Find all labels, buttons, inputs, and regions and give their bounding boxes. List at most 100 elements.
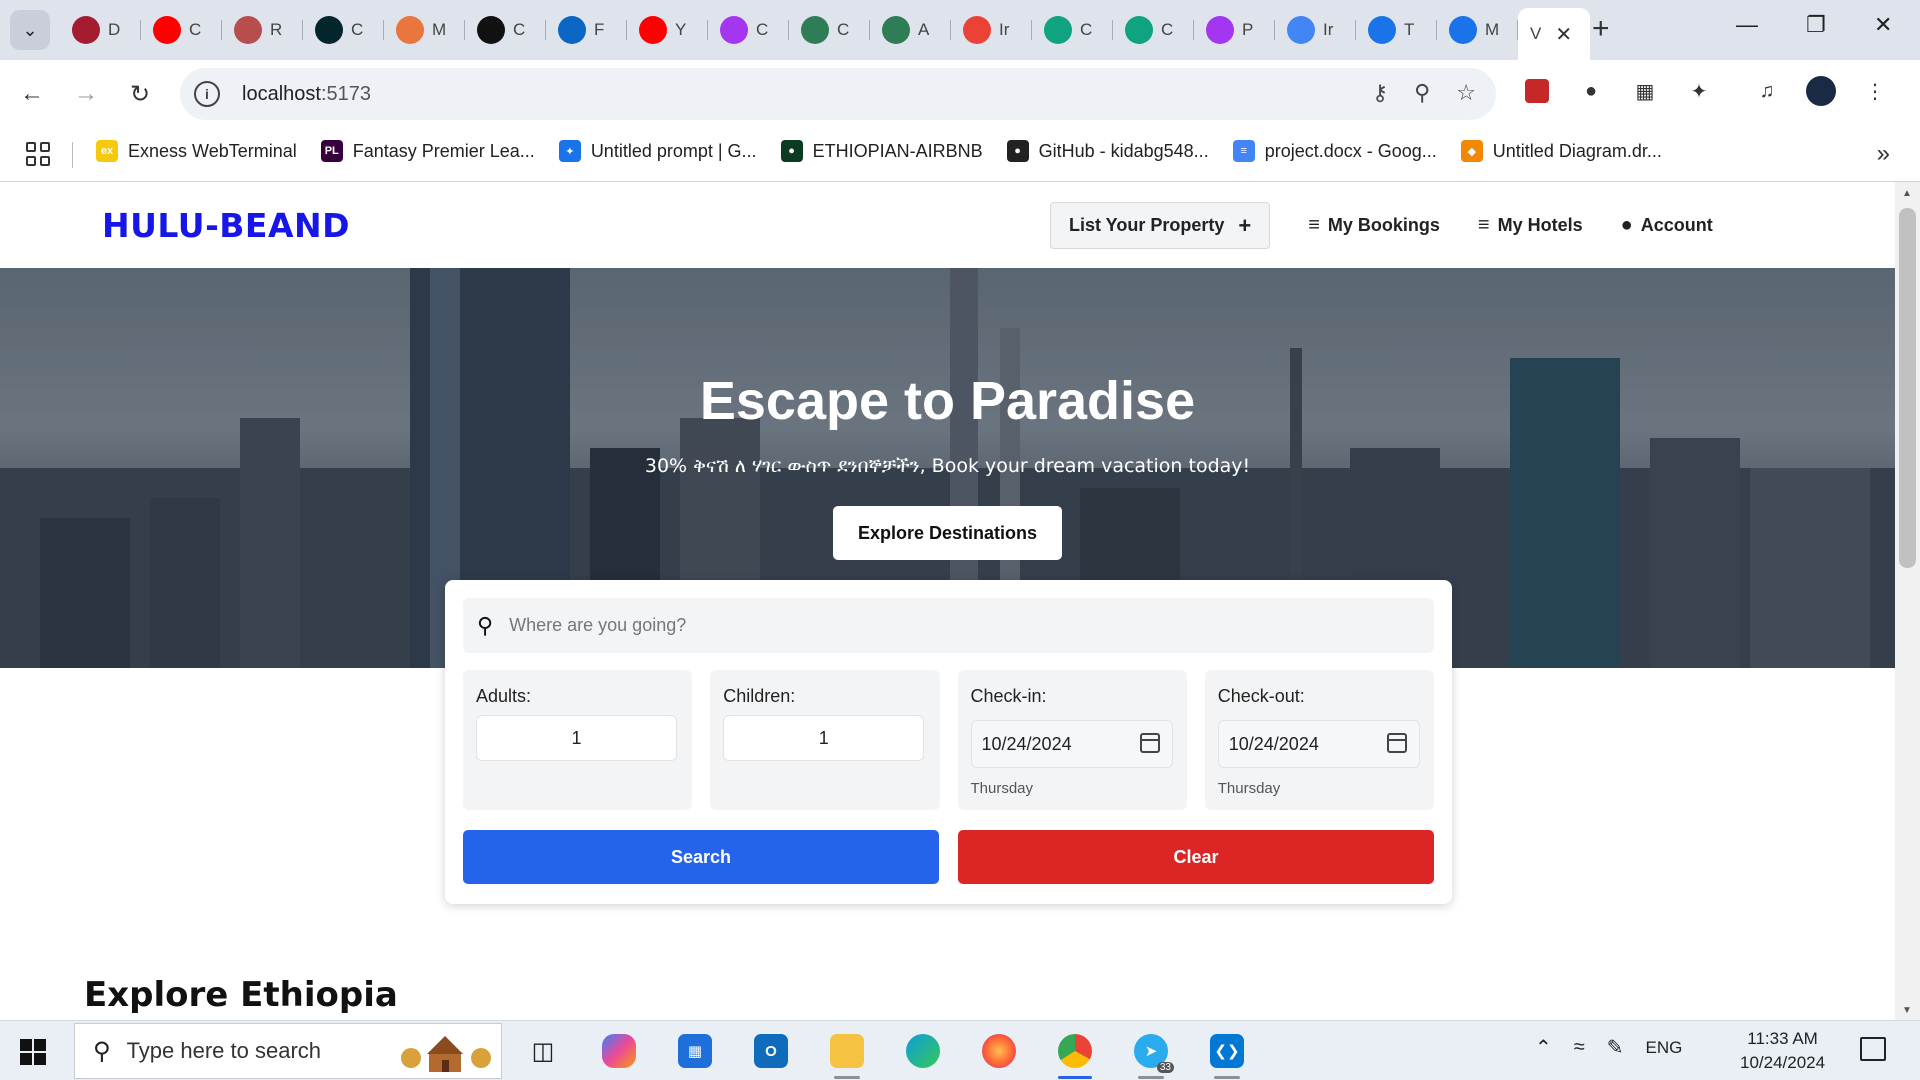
task-view-icon[interactable]: ◫ [520,1027,566,1075]
search-button[interactable]: Search [463,830,939,884]
zoom-icon[interactable]: ⚲ [1414,80,1430,106]
circle-logo-icon [882,16,910,44]
browser-tab[interactable]: C [465,8,546,52]
wifi-icon[interactable]: ≈ [1574,1036,1585,1059]
scrollbar-thumb[interactable] [1899,208,1916,568]
browser-tab[interactable]: R [222,8,303,52]
chevron-up-icon[interactable]: ⌃ [1535,1035,1552,1060]
browser-tab[interactable]: T [1356,8,1437,52]
my-hotels-link[interactable]: ≡ My Hotels [1478,214,1583,237]
browser-tab[interactable]: M [384,8,465,52]
notification-icon[interactable] [1860,1037,1886,1061]
q-icon [1125,16,1153,44]
profile-avatar[interactable] [1806,76,1836,106]
star-bookmark-icon[interactable]: ☆ [1456,80,1476,106]
extensions-puzzle-icon[interactable]: ✦ [1684,76,1714,106]
my-bookings-link[interactable]: ≡ My Bookings [1308,214,1440,237]
page-scrollbar[interactable]: ▲ ▼ [1895,182,1920,1020]
tab-search-button[interactable]: ⌄ [10,10,50,50]
checkout-date-input[interactable]: 10/24/2024 [1217,720,1420,768]
edge-icon[interactable] [900,1027,946,1075]
minimize-button[interactable]: — [1736,12,1758,38]
scroll-down-arrow-icon[interactable]: ▼ [1902,1005,1912,1016]
qr-code-icon[interactable]: ▦ [1630,76,1660,106]
bookmark-item[interactable]: ◆ Untitled Diagram.dr... [1460,140,1662,162]
file-explorer-icon[interactable] [824,1027,870,1079]
checkin-date-input[interactable]: 10/24/2024 [970,720,1173,768]
circle-logo-icon [801,16,829,44]
list-property-button[interactable]: List Your Property + [1050,202,1271,249]
children-input[interactable]: 1 [723,715,925,761]
destination-field[interactable]: ⚲ [463,598,1434,653]
bookmark-item[interactable]: PL Fantasy Premier Lea... [320,140,535,162]
taskbar-search-box[interactable]: ⚲ Type here to search [74,1023,502,1079]
back-button[interactable]: ← [14,76,50,112]
bookmarks-divider [72,142,73,168]
address-bar[interactable]: i localhost:5173 ⚷ ⚲ ☆ [180,68,1496,120]
bookmarks-bar: ex Exness WebTerminal PL Fantasy Premier Le… [0,128,1920,182]
double-chevron-right-icon[interactable]: » [1877,140,1890,168]
tab-title: C [189,20,202,39]
chrome-icon[interactable] [1052,1027,1098,1079]
new-tab-button[interactable]: + [1592,14,1610,44]
browser-tab[interactable]: Y [627,8,708,52]
site-info-icon[interactable]: i [194,81,220,107]
copilot-icon[interactable] [596,1027,642,1075]
browser-tab-active[interactable]: V ✕ [1518,8,1590,60]
key-icon[interactable]: ⚷ [1372,80,1388,106]
bookmark-item[interactable]: ex Exness WebTerminal [96,140,297,162]
browser-tab[interactable]: A [870,8,951,52]
browser-tab[interactable]: C [789,8,870,52]
browser-tab[interactable]: F [546,8,627,52]
adults-input[interactable]: 1 [476,715,677,761]
telegram-icon[interactable]: ➤ 33 [1128,1027,1174,1079]
browser-tab[interactable]: P [1194,8,1275,52]
destination-input[interactable] [509,615,1410,636]
browser-tab[interactable]: D [60,8,141,52]
pen-icon[interactable]: ✎ [1607,1035,1624,1060]
scroll-up-arrow-icon[interactable]: ▲ [1902,188,1912,199]
reload-button[interactable]: ↻ [122,76,158,112]
taskbar-apps: ◫ ▦ O ➤ 33 ❮❯ [520,1027,1250,1079]
browser-tab[interactable]: M [1437,8,1518,52]
forward-button[interactable]: → [68,76,104,112]
media-control-icon[interactable]: ♫ [1752,76,1782,106]
firefox-icon[interactable] [976,1027,1022,1075]
close-icon[interactable]: ✕ [1555,22,1572,47]
clear-button[interactable]: Clear [958,830,1434,884]
browser-tab[interactable]: C [708,8,789,52]
tab-title: Ir [999,20,1010,39]
extension-red-icon[interactable] [1522,76,1552,106]
account-link[interactable]: ● Account [1621,214,1713,237]
url-text[interactable]: localhost:5173 [242,83,371,106]
browser-tab[interactable]: Ir [951,8,1032,52]
bookmark-item[interactable]: ● ETHIOPIAN-AIRBNB [780,140,983,162]
tab-title: C [513,20,526,39]
language-indicator[interactable]: ENG [1646,1038,1683,1058]
system-clock[interactable]: 11:33 AM 10/24/2024 [1740,1027,1825,1075]
calendar-icon[interactable] [1386,733,1407,753]
extension-lock-icon[interactable]: ● [1576,76,1606,106]
explore-destinations-button[interactable]: Explore Destinations [833,506,1062,560]
browser-tab[interactable]: C [141,8,222,52]
microsoft-store-icon[interactable]: ▦ [672,1027,718,1075]
kebab-menu-icon[interactable]: ⋮ [1860,76,1890,106]
browser-tab[interactable]: Ir [1275,8,1356,52]
tab-title: A [918,20,930,39]
browser-tab[interactable]: C [1113,8,1194,52]
chevron-down-icon: ⌄ [22,19,38,40]
calendar-icon[interactable] [1139,733,1160,753]
outlook-icon[interactable]: O [748,1027,794,1075]
bookmark-item[interactable]: ● GitHub - kidabg548... [1006,140,1209,162]
vscode-icon[interactable]: ❮❯ [1204,1027,1250,1079]
bookmark-item[interactable]: ≡ project.docx - Goog... [1232,140,1437,162]
browser-tab[interactable]: C [303,8,384,52]
browser-tab[interactable]: C [1032,8,1113,52]
restore-button[interactable]: ❐ [1806,12,1826,38]
site-logo[interactable]: HULU-BEAND [102,206,350,245]
q-icon [1044,16,1072,44]
close-window-button[interactable]: ✕ [1874,12,1892,38]
bookmark-item[interactable]: ✦ Untitled prompt | G... [558,140,757,162]
apps-grid-icon[interactable] [26,142,50,166]
windows-start-icon[interactable] [20,1039,46,1065]
